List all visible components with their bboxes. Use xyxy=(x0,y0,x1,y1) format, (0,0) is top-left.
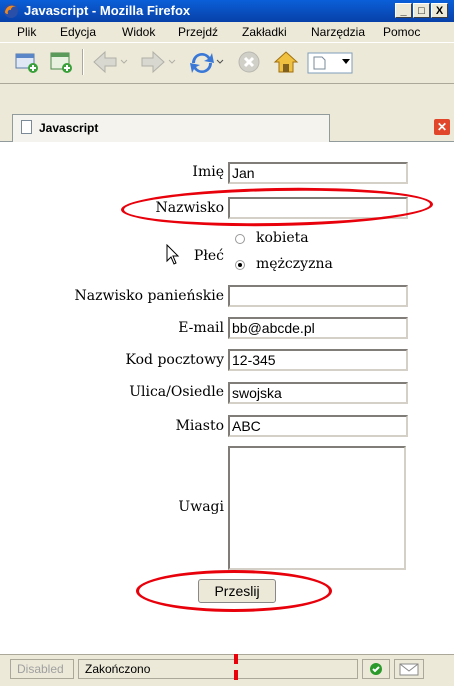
title-bar: Javascript - Mozilla Firefox _ □ X xyxy=(0,0,454,22)
close-button[interactable]: X xyxy=(431,3,448,18)
radio-label-mezczyzna: mężczyzna xyxy=(256,256,333,272)
uwagi-textarea[interactable] xyxy=(228,446,406,570)
annotation-dashed-line xyxy=(234,654,238,686)
toolbar-separator xyxy=(82,49,84,75)
radio-mezczyzna[interactable] xyxy=(235,260,245,270)
status-ok-icon xyxy=(362,659,390,679)
tab-label: Javascript xyxy=(39,121,99,135)
stop-icon[interactable] xyxy=(236,49,262,75)
page-content: Imię Jan Nazwisko Płeć kobieta mężczyzna… xyxy=(0,142,454,654)
new-tab-icon[interactable] xyxy=(48,49,74,75)
page-icon xyxy=(21,120,32,134)
email-input[interactable]: bb@abcde.pl xyxy=(228,317,408,339)
radio-label-kobieta: kobieta xyxy=(256,230,309,246)
imie-input[interactable]: Jan xyxy=(228,162,408,184)
menu-zakladki[interactable]: Zakładki xyxy=(242,25,287,39)
browser-window: Javascript - Mozilla Firefox _ □ X Plik … xyxy=(0,0,454,686)
firefox-icon xyxy=(4,4,18,18)
label-ulica: Ulica/Osiedle xyxy=(129,384,224,400)
menu-plik[interactable]: Plik xyxy=(17,25,36,39)
label-uwagi: Uwagi xyxy=(178,499,224,515)
menu-bar: Plik Edycja Widok Przejdź Zakładki Narzę… xyxy=(0,22,454,42)
mouse-cursor-icon xyxy=(166,244,180,265)
menu-przejdz[interactable]: Przejdź xyxy=(178,25,218,39)
annotation-oval-nazwisko xyxy=(120,185,434,229)
forward-icon[interactable] xyxy=(140,49,176,75)
toolbar-extension xyxy=(0,84,454,112)
minimize-button[interactable]: _ xyxy=(395,3,412,18)
tab-bar: Javascript ✕ xyxy=(0,112,454,142)
menu-pomoc[interactable]: Pomoc xyxy=(383,25,420,39)
radio-kobieta[interactable] xyxy=(235,234,245,244)
tab-javascript[interactable]: Javascript xyxy=(12,114,330,142)
label-imie: Imię xyxy=(192,164,224,180)
kod-pocztowy-input[interactable]: 12-345 xyxy=(228,349,408,371)
miasto-input[interactable]: ABC xyxy=(228,415,408,437)
page-icon[interactable] xyxy=(306,49,354,75)
new-window-icon[interactable] xyxy=(14,49,40,75)
back-icon[interactable] xyxy=(92,49,128,75)
close-tab-icon[interactable]: ✕ xyxy=(434,119,450,135)
navigation-toolbar xyxy=(0,42,454,84)
window-title: Javascript - Mozilla Firefox xyxy=(24,3,191,18)
menu-edycja[interactable]: Edycja xyxy=(60,25,96,39)
menu-narzedzia[interactable]: Narzędzia xyxy=(311,25,365,39)
nazwisko-panienskie-input[interactable] xyxy=(228,285,408,307)
maximize-button[interactable]: □ xyxy=(413,3,430,18)
status-text: Zakończono xyxy=(78,659,358,679)
status-bar: Disabled Zakończono xyxy=(0,654,454,686)
label-miasto: Miasto xyxy=(175,418,224,434)
label-nazwisko-panienskie: Nazwisko panieńskie xyxy=(74,288,224,304)
menu-widok[interactable]: Widok xyxy=(122,25,155,39)
label-kod-pocztowy: Kod pocztowy xyxy=(125,352,224,368)
mail-icon[interactable] xyxy=(394,659,424,679)
home-icon[interactable] xyxy=(272,49,300,75)
label-email: E-mail xyxy=(178,320,224,336)
status-disabled: Disabled xyxy=(10,659,74,679)
annotation-oval-submit xyxy=(136,570,332,612)
ulica-input[interactable]: swojska xyxy=(228,382,408,404)
reload-icon[interactable] xyxy=(188,49,224,77)
label-plec: Płeć xyxy=(193,248,224,264)
